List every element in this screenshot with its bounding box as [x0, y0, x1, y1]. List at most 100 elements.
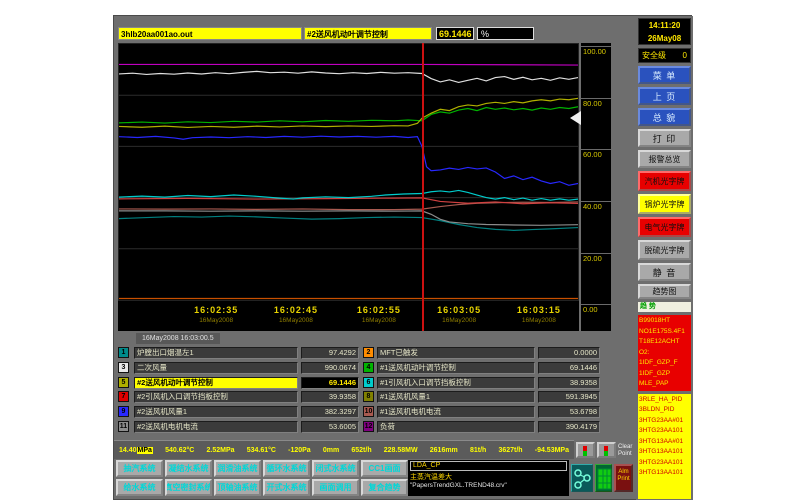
legend-row-selected[interactable]: 5 #2送风机动叶调节控制 69.1446: [118, 377, 361, 390]
trend-series-8: [119, 107, 578, 123]
alarm-tag[interactable]: 3BLDN_PID: [639, 405, 690, 416]
screen-button-screen-call[interactable]: 画面调用: [312, 479, 359, 496]
legend-row[interactable]: 3 二次风量 990.0674: [118, 362, 361, 375]
alarm-tag[interactable]: 3HTG23AA101: [639, 426, 690, 437]
screen-button-extraction[interactable]: 抽汽系统: [116, 460, 163, 477]
grid-screen-icon[interactable]: [595, 464, 612, 492]
alarm-tag[interactable]: T18E12ACHT: [639, 337, 690, 348]
trend-cursor-line[interactable]: [422, 43, 424, 331]
menu-button[interactable]: 菜 单: [638, 66, 691, 84]
clear-point-label[interactable]: Clear Point: [618, 444, 634, 458]
legend-row[interactable]: 1 炉膛出口烟温左1 97.4292: [118, 347, 361, 360]
trend-plot-area[interactable]: [118, 43, 579, 301]
legend-row[interactable]: 4 #1送风机动叶调节控制 69.1446: [363, 362, 603, 375]
point-description-field[interactable]: #2送风机动叶调节控制: [304, 27, 432, 40]
legend-row[interactable]: 9 #2送风机风量1 382.3297: [118, 406, 361, 419]
pen-color-chip: 9: [118, 406, 129, 417]
alarm-print-button[interactable]: Alm Print: [614, 464, 633, 492]
screen-button-open-water[interactable]: 开式水系统: [263, 479, 310, 496]
trend-stop-indicator-button[interactable]: [597, 442, 616, 458]
alarm-tag[interactable]: O2:: [639, 348, 690, 359]
screen-button-condensate[interactable]: 凝结水系统: [165, 460, 212, 477]
pen-label: 炉膛出口烟温左1: [134, 347, 298, 359]
link-nodes-icon[interactable]: [571, 464, 593, 492]
electrical-annunciator-button[interactable]: 电气光字牌: [638, 217, 691, 237]
trend-run-indicator-button[interactable]: [576, 442, 595, 458]
legend-row[interactable]: 11 #2送风机电机电流 53.6005: [118, 421, 361, 434]
legend-row[interactable]: 2 MFT已触发 0.0000: [363, 347, 603, 360]
alarm-tag[interactable]: 3RLE_HA_PID: [639, 395, 690, 406]
sidebar: 14:11:20 26May08 安全级 0 菜 单 上 页 总 貌 打 印 报…: [636, 16, 693, 500]
mute-button[interactable]: 静 音: [638, 263, 691, 281]
current-value-readout: 69.1446: [436, 27, 474, 40]
alarm-tag[interactable]: 3HTG23AA101: [639, 458, 690, 469]
alarm-tag[interactable]: 3HTG13AA101: [639, 468, 690, 479]
screen-button-feedwater[interactable]: 给水系统: [116, 479, 163, 496]
alarm-summary-button[interactable]: 报警总览: [638, 150, 691, 168]
status-value: 2616mm: [430, 447, 458, 454]
fgd-annunciator-button[interactable]: 脱硫光字牌: [638, 240, 691, 260]
pen-label: MFT已触发: [377, 347, 535, 359]
screen-button-jacking-oil[interactable]: 顶轴油系统: [214, 479, 261, 496]
pen-label: #1送风机电机电流: [377, 406, 535, 418]
x-tick: 16:03:1516May2008: [517, 305, 561, 324]
status-value: 2.52MPa: [207, 447, 235, 454]
pen-value: 990.0674: [301, 362, 359, 374]
pen-label: #2送风机风量1: [134, 406, 298, 418]
security-level[interactable]: 安全级 0: [638, 48, 691, 63]
alarm-tag[interactable]: NO1E175S.4F1: [639, 327, 690, 338]
alarm-tag[interactable]: 1IDF_GZP: [639, 369, 690, 380]
screen-button-composite-trend[interactable]: 复合趋势: [361, 479, 408, 496]
legend-row[interactable]: 12 负荷 390.4179: [363, 421, 603, 434]
pen-color-chip: 3: [118, 362, 129, 373]
screen-button-cc1[interactable]: CC1画面: [361, 460, 408, 477]
alarm-message-text: 主蒸汽温差大: [410, 472, 567, 482]
pen-value: 39.9358: [301, 391, 359, 403]
pen-value: 97.4292: [301, 347, 359, 359]
alarm-tag[interactable]: B99018HT: [639, 316, 690, 327]
point-tag-field[interactable]: 3hlb20aa001ao.out: [118, 27, 302, 40]
alarm-tag[interactable]: MLE_PAP: [639, 379, 690, 390]
alarm-tag[interactable]: 1IDF_GZP_F: [639, 358, 690, 369]
boiler-annunciator-button[interactable]: 锅炉光字牌: [638, 194, 691, 214]
x-tick: 16:02:3516May2008: [194, 305, 238, 324]
print-button[interactable]: 打 印: [638, 129, 691, 147]
trend-series-7: [119, 136, 578, 185]
pen-color-chip: 11: [118, 421, 129, 432]
screen-button-circ-water[interactable]: 循环水系统: [263, 460, 310, 477]
process-status-bar: 14.40MPa 540.62°C 2.52MPa 534.61°C -120P…: [114, 440, 574, 459]
active-alarm-list: B99018HT NO1E175S.4F1 T18E12ACHT O2: 1ID…: [638, 315, 691, 391]
overview-button[interactable]: 总 貌: [638, 108, 691, 126]
clock-date: 26May08: [639, 32, 690, 45]
alarm-tag[interactable]: 3HTG13AA101: [639, 447, 690, 458]
pen-color-chip: 8: [363, 391, 374, 402]
pen-value: 69.1446: [301, 377, 359, 389]
trend-series-1: [119, 64, 578, 65]
x-tick: 16:02:4516May2008: [274, 305, 318, 324]
pen-value: 382.3297: [301, 406, 359, 418]
alarm-list-header: 趋 势: [638, 302, 691, 312]
legend-row[interactable]: 8 #1送风机风量1 591.3945: [363, 391, 603, 404]
pen-value: 38.9358: [538, 377, 600, 389]
previous-page-button[interactable]: 上 页: [638, 87, 691, 105]
status-value: -94.53MPa: [535, 447, 569, 454]
legend-row[interactable]: 10 #1送风机电机电流 53.6798: [363, 406, 603, 419]
alarm-tag[interactable]: 3HTG23AA#01: [639, 416, 690, 427]
alarm-tag[interactable]: 3HTG13AA#01: [639, 437, 690, 448]
screen-button-vacuum-seal[interactable]: 真空密封系统: [165, 479, 212, 496]
desktop: 3hlb20aa001ao.out #2送风机动叶调节控制 69.1446 % …: [0, 0, 800, 500]
trend-series-9: [119, 98, 578, 127]
value-marker-triangle-icon[interactable]: [570, 111, 581, 125]
legend-row[interactable]: 6 #1引风机入口调节挡板控制 38.9358: [363, 377, 603, 390]
legend-row[interactable]: 7 #2引风机入口调节挡板控制 39.9358: [118, 391, 361, 404]
pen-color-chip: 1: [118, 347, 129, 358]
cursor-timestamp: 16May2008 16:03:00.5: [136, 333, 220, 344]
security-level-value: 0: [683, 49, 687, 62]
pen-value: 53.6798: [538, 406, 600, 418]
screen-button-closed-water[interactable]: 闭式水系统: [312, 460, 359, 477]
pen-color-chip: 7: [118, 391, 129, 402]
turbine-annunciator-button[interactable]: 汽机光字牌: [638, 171, 691, 191]
screen-button-lube-oil[interactable]: 润滑油系统: [214, 460, 261, 477]
trend-graph-button[interactable]: 趋势图: [638, 284, 691, 299]
alarm-code-field[interactable]: LDA_CP: [410, 461, 567, 471]
